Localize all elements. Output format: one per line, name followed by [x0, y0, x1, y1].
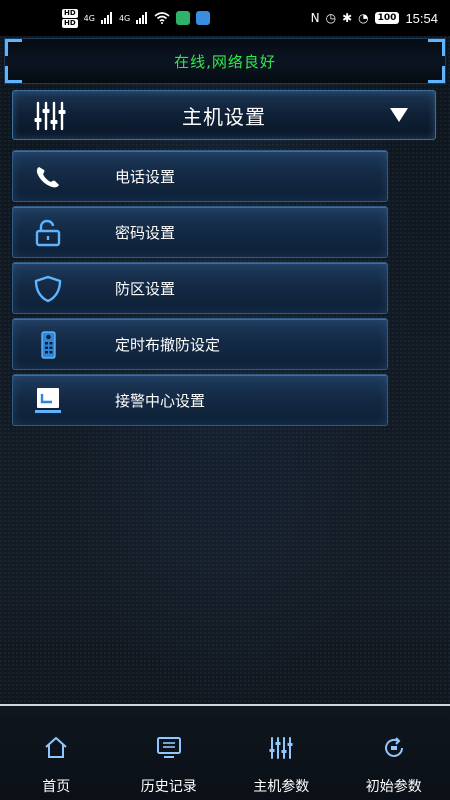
host-settings-dropdown[interactable]: 主机设置 [12, 90, 436, 140]
network-status-banner: 在线,网络良好 [4, 38, 446, 84]
menu-item-label: 电话设置 [115, 168, 176, 186]
frame-corner [5, 66, 22, 83]
nav-item-home[interactable]: 首页 [0, 706, 113, 800]
hd-badge: HD [62, 8, 78, 18]
status-bar: HD HD 4G 4G N ◷ ✱ ◔ 100 15:54 [0, 0, 450, 36]
settings-menu: 电话设置 密码设置 防区设置 定时布撤防设定 接警中心设置 [12, 150, 388, 430]
phone-icon [36, 167, 59, 188]
menu-item-label: 密码设置 [115, 224, 176, 242]
sliders-icon [34, 101, 66, 131]
shield-icon [34, 275, 62, 303]
signal-icon [136, 12, 148, 24]
nav-item-label: 初始参数 [365, 779, 422, 795]
nav-item-label: 主机参数 [253, 779, 310, 795]
sliders-icon [269, 737, 293, 759]
alarm-clock-icon: ◷ [325, 11, 337, 25]
status-bar-left: HD HD 4G 4G [62, 8, 211, 28]
menu-item-timed-arm-settings[interactable]: 定时布撤防设定 [12, 318, 388, 370]
home-icon [45, 737, 67, 758]
nav-item-initial-parameters[interactable]: 初始参数 [338, 706, 450, 800]
menu-item-phone-settings[interactable]: 电话设置 [12, 150, 388, 202]
menu-item-alarm-center-settings[interactable]: 接警中心设置 [12, 374, 388, 426]
nav-item-host-parameters[interactable]: 主机参数 [225, 706, 338, 800]
hd-badge: HD [62, 18, 78, 28]
clock: 15:54 [405, 10, 438, 26]
network-status-text: 在线,网络良好 [174, 52, 276, 71]
frame-corner [5, 39, 22, 56]
bottom-nav: 首页 历史记录 主机参数 初始参数 [0, 706, 450, 800]
nav-item-label: 首页 [42, 779, 71, 795]
speed-icon: ◔ [358, 11, 369, 25]
hd-badges: HD HD [62, 8, 78, 28]
menu-item-label: 定时布撤防设定 [115, 336, 221, 354]
status-bar-right: N ◷ ✱ ◔ 100 15:54 [311, 11, 438, 26]
wifi-icon [154, 12, 170, 24]
signal-label: 4G [118, 13, 131, 23]
battery-indicator: 100 [374, 12, 400, 24]
triangle-down-icon [390, 108, 408, 122]
signal-icon [100, 12, 112, 24]
monitor-icon [35, 388, 61, 413]
host-settings-title: 主机设置 [182, 104, 266, 129]
menu-item-label: 防区设置 [115, 280, 176, 298]
menu-item-zone-settings[interactable]: 防区设置 [12, 262, 388, 314]
menu-item-label: 接警中心设置 [115, 392, 206, 410]
reset-icon [384, 737, 403, 757]
nfc-icon: N [310, 11, 320, 25]
unlock-icon [35, 219, 61, 247]
bluetooth-icon: ✱ [342, 11, 353, 25]
app-notification-icon [176, 11, 191, 25]
nav-item-history[interactable]: 历史记录 [113, 706, 226, 800]
nav-item-label: 历史记录 [140, 779, 197, 795]
history-monitor-icon [156, 737, 181, 758]
signal-label: 4G [83, 13, 95, 23]
menu-item-password-settings[interactable]: 密码设置 [12, 206, 388, 258]
app-notification-icon [196, 11, 211, 25]
frame-corner [428, 66, 445, 83]
frame-corner [428, 39, 445, 56]
app-screen: HD HD 4G 4G N ◷ ✱ ◔ 100 15:54 在线,网络良好 主机… [0, 0, 450, 800]
remote-control-icon [41, 331, 56, 359]
